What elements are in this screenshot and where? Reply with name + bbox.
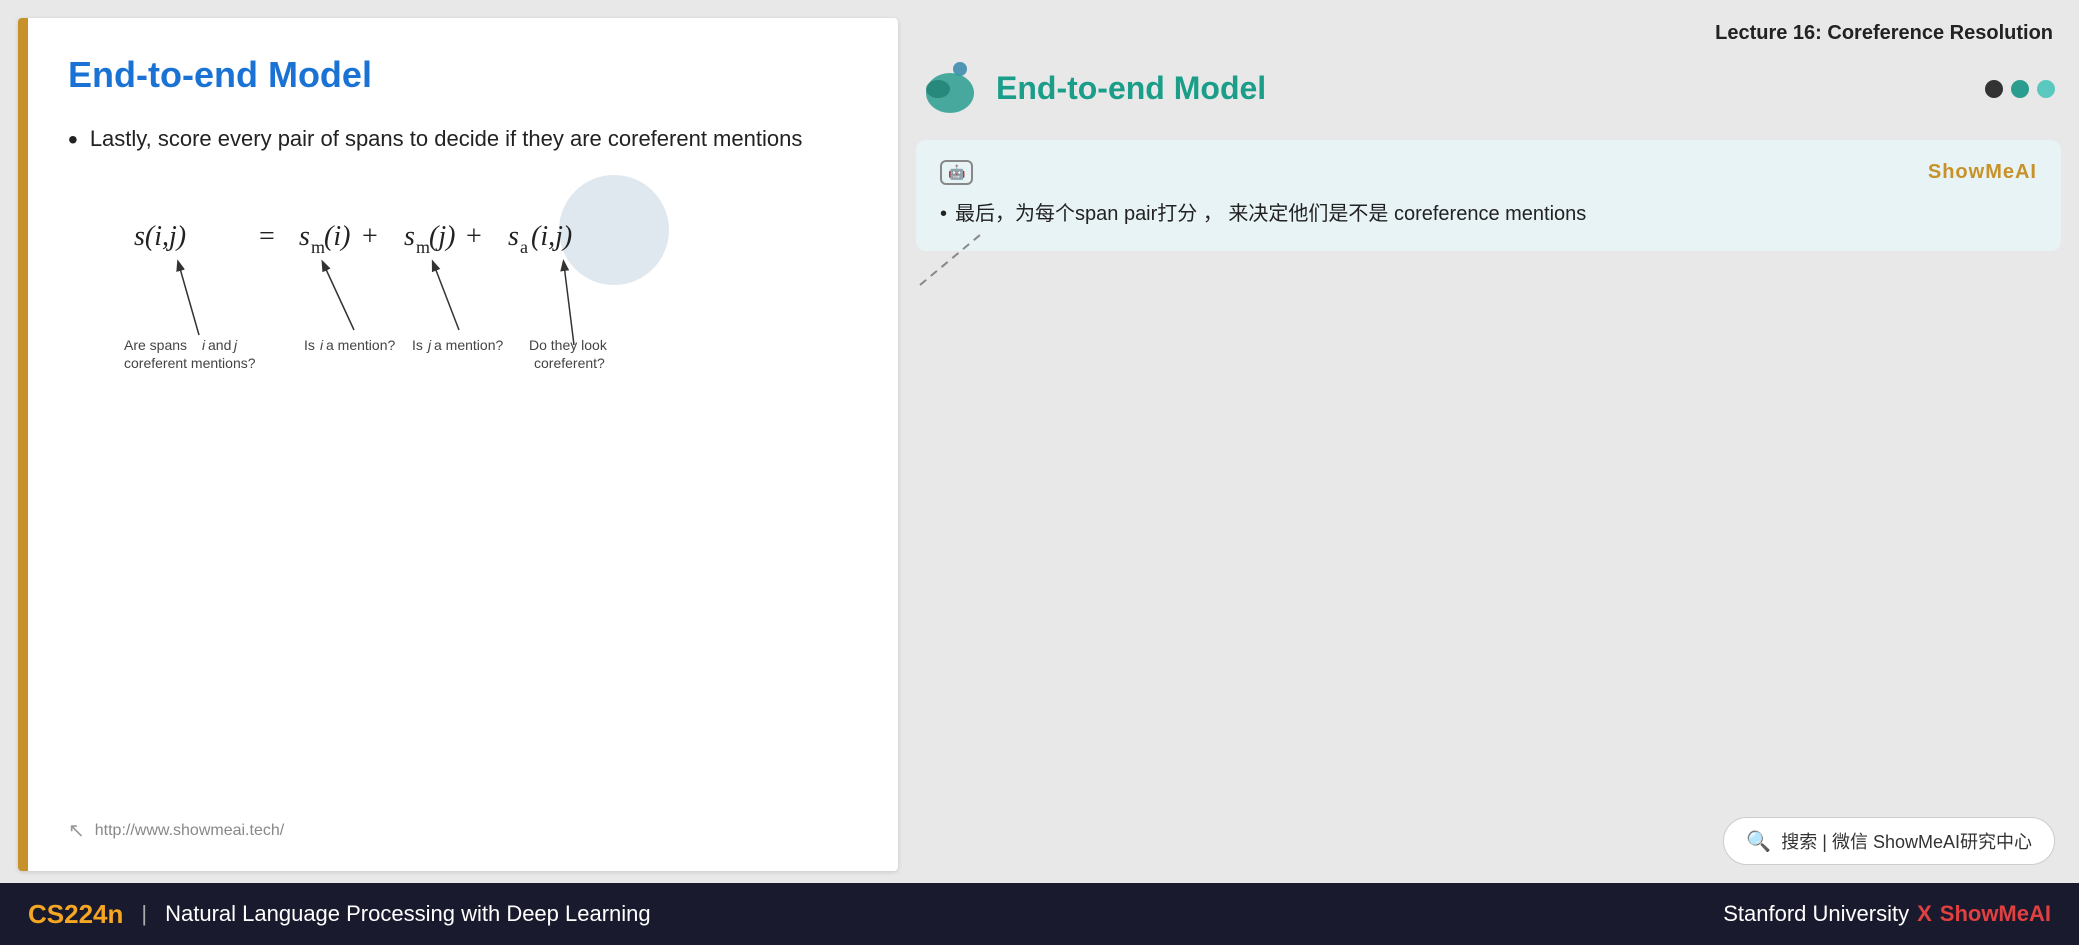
right-panel-title: End-to-end Model: [996, 70, 1266, 107]
annotation-header: 🤖 ShowMeAI: [940, 160, 2037, 185]
slide-body: • Lastly, score every pair of spans to d…: [68, 124, 858, 818]
right-panel: Lecture 16: Coreference Resolution End-t…: [916, 18, 2061, 871]
svg-text:s: s: [508, 221, 519, 252]
bottom-bar-right: Stanford University X ShowMeAI: [1723, 901, 2051, 927]
svg-text:coreferent?: coreferent?: [534, 355, 605, 371]
ai-icon-text: 🤖: [948, 164, 965, 180]
svg-text:(i): (i): [324, 221, 350, 252]
svg-text:Is: Is: [412, 337, 423, 353]
svg-text:a mention?: a mention?: [326, 337, 395, 353]
svg-text:(j): (j): [429, 221, 455, 252]
university-name: Stanford University: [1723, 901, 1909, 927]
dots-row: [1985, 80, 2055, 98]
svg-text:a: a: [520, 237, 528, 257]
svg-text:Are spans: Are spans: [124, 337, 187, 353]
annotation-box: 🤖 ShowMeAI • 最后，为每个span pair打分 ， 来决定他们是不…: [916, 140, 2061, 251]
formula-svg-element: s(i,j) = s m (i) + s m (j) + s a (i,j): [104, 175, 804, 415]
slide-title: End-to-end Model: [68, 54, 858, 96]
svg-text:Is: Is: [304, 337, 315, 353]
svg-text:+: +: [466, 221, 482, 252]
bullet-dot: •: [68, 126, 78, 154]
footer-url: http://www.showmeai.tech/: [95, 822, 284, 840]
dot-2: [2011, 80, 2029, 98]
slide-footer: ↖ http://www.showmeai.tech/: [68, 818, 858, 843]
annotation-content: • 最后，为每个span pair打分 ， 来决定他们是不是 coreferen…: [940, 197, 2037, 231]
svg-text:m: m: [416, 237, 430, 257]
model-icon: [922, 61, 982, 116]
bullet-text: Lastly, score every pair of spans to dec…: [90, 124, 803, 155]
svg-text:Do they look: Do they look: [529, 337, 608, 353]
annotation-bullet: • 最后，为每个span pair打分 ， 来决定他们是不是 coreferen…: [940, 197, 2037, 231]
svg-text:(i,j): (i,j): [531, 221, 572, 252]
bullet-point: • Lastly, score every pair of spans to d…: [68, 124, 858, 155]
svg-text:i: i: [320, 337, 324, 353]
svg-text:and: and: [208, 337, 231, 353]
annotation-bullet-dot: •: [940, 197, 947, 231]
ai-icon: 🤖: [940, 160, 973, 185]
svg-text:j: j: [426, 337, 432, 353]
svg-text:=: =: [259, 221, 275, 252]
formula-section: s(i,j) = s m (i) + s m (j) + s a (i,j): [104, 175, 858, 415]
course-name: Natural Language Processing with Deep Le…: [165, 901, 651, 927]
svg-text:i: i: [202, 337, 206, 353]
svg-text:+: +: [362, 221, 378, 252]
svg-text:s: s: [404, 221, 415, 252]
svg-text:s(i,j): s(i,j): [134, 221, 186, 252]
x-mark: X: [1917, 901, 1932, 927]
showmeai-label: ShowMeAI: [1928, 161, 2037, 184]
cursor-icon: ↖: [68, 818, 85, 843]
search-box[interactable]: 🔍 搜索 | 微信 ShowMeAI研究中心: [1723, 817, 2055, 865]
course-code: CS224n: [28, 899, 123, 930]
svg-text:a mention?: a mention?: [434, 337, 503, 353]
bottom-bar: CS224n | Natural Language Processing wit…: [0, 883, 2079, 945]
dot-1: [1985, 80, 2003, 98]
slide-panel: End-to-end Model • Lastly, score every p…: [18, 18, 898, 871]
divider: |: [141, 901, 147, 927]
lecture-title: Lecture 16: Coreference Resolution: [916, 18, 2061, 49]
svg-text:j: j: [232, 337, 238, 353]
svg-text:m: m: [311, 237, 325, 257]
svg-text:s: s: [299, 221, 310, 252]
svg-text:coreferent mentions?: coreferent mentions?: [124, 355, 256, 371]
annotation-text: 最后，为每个span pair打分 ， 来决定他们是不是 coreference…: [955, 197, 1586, 231]
bottom-bar-left: CS224n | Natural Language Processing wit…: [28, 899, 651, 930]
search-box-text: 搜索 | 微信 ShowMeAI研究中心: [1781, 828, 2032, 854]
formula-svg: s(i,j) = s m (i) + s m (j) + s a (i,j): [104, 175, 804, 415]
dot-3: [2037, 80, 2055, 98]
search-icon: 🔍: [1746, 829, 1771, 854]
showmeai-brand: ShowMeAI: [1940, 901, 2051, 927]
